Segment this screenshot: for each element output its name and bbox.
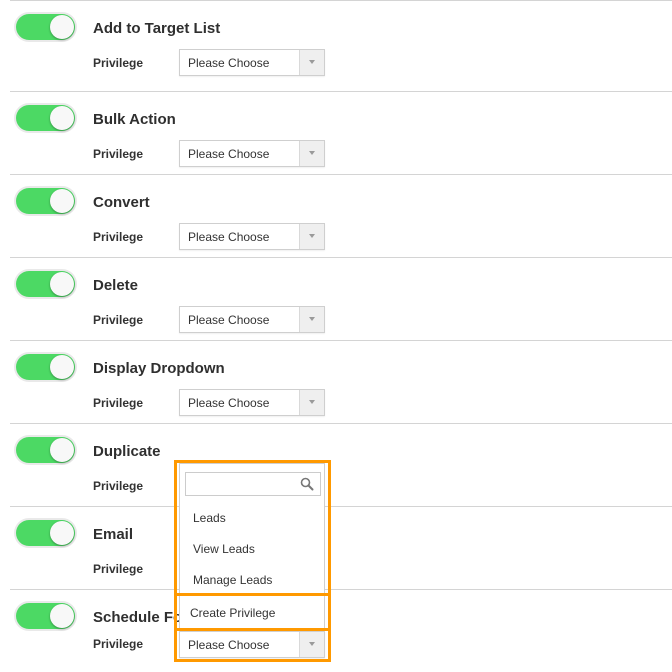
enable-toggle[interactable] — [16, 354, 75, 380]
privilege-select[interactable]: Please Choose — [179, 223, 325, 250]
select-value: Please Choose — [188, 396, 270, 410]
create-privilege-label: Create Privilege — [190, 606, 276, 620]
privilege-label: Privilege — [93, 56, 144, 70]
toggle-knob — [50, 106, 74, 130]
search-icon — [300, 477, 314, 491]
dropdown-option-leads[interactable]: Leads — [193, 511, 226, 525]
select-value: Please Choose — [188, 56, 270, 70]
toggle-knob — [50, 272, 74, 296]
action-title: Email — [93, 526, 134, 543]
select-arrow-button[interactable] — [299, 50, 324, 75]
row-divider — [10, 506, 672, 507]
toggle-knob — [50, 521, 74, 545]
enable-toggle[interactable] — [16, 14, 75, 40]
chevron-down-icon — [309, 642, 315, 646]
select-value: Please Choose — [188, 638, 270, 652]
select-arrow-button[interactable] — [299, 632, 324, 657]
row-divider — [10, 257, 672, 258]
privilege-label: Privilege — [93, 147, 144, 161]
chevron-down-icon — [309, 234, 315, 238]
action-title: Convert — [93, 194, 150, 211]
create-privilege-button[interactable]: Create Privilege — [180, 595, 324, 628]
row-divider — [10, 423, 672, 424]
action-row-display-dropdown: Display Dropdown Privilege Please Choose — [0, 340, 672, 423]
privilege-select[interactable]: Please Choose — [179, 49, 325, 76]
action-row-convert: Convert Privilege Please Choose — [0, 174, 672, 257]
privilege-label: Privilege — [93, 479, 144, 493]
privilege-dropdown-menu: Leads View Leads Manage Leads Create Pri… — [179, 463, 325, 629]
dropdown-search-field[interactable] — [185, 472, 321, 496]
action-row-duplicate: Duplicate Privilege — [0, 423, 672, 506]
enable-toggle[interactable] — [16, 271, 75, 297]
action-title: Delete — [93, 277, 139, 294]
enable-toggle[interactable] — [16, 188, 75, 214]
chevron-down-icon — [309, 60, 315, 64]
row-divider — [10, 340, 672, 341]
privilege-select[interactable]: Please Choose — [179, 389, 325, 416]
action-title: Display Dropdown — [93, 360, 225, 377]
action-title: Add to Target List — [93, 20, 221, 37]
privilege-label: Privilege — [93, 230, 144, 244]
privilege-label: Privilege — [93, 637, 144, 651]
select-arrow-button[interactable] — [299, 307, 324, 332]
select-arrow-button[interactable] — [299, 390, 324, 415]
toggle-knob — [50, 189, 74, 213]
action-title: Schedule Fo — [93, 609, 183, 626]
privilege-label: Privilege — [93, 313, 144, 327]
privilege-select[interactable]: Please Choose — [179, 306, 325, 333]
toggle-knob — [50, 15, 74, 39]
action-row-add-to-target-list: Add to Target List Privilege Please Choo… — [0, 0, 672, 83]
chevron-down-icon — [309, 317, 315, 321]
select-arrow-button[interactable] — [299, 224, 324, 249]
row-divider — [10, 0, 672, 1]
select-arrow-button[interactable] — [299, 141, 324, 166]
privilege-select[interactable]: Please Choose — [179, 140, 325, 167]
select-value: Please Choose — [188, 230, 270, 244]
select-value: Please Choose — [188, 147, 270, 161]
action-title: Duplicate — [93, 443, 161, 460]
row-divider — [10, 91, 672, 92]
action-row-email: Email Privilege — [0, 506, 672, 589]
enable-toggle[interactable] — [16, 437, 75, 463]
toggle-knob — [50, 355, 74, 379]
enable-toggle[interactable] — [16, 520, 75, 546]
toggle-knob — [50, 438, 74, 462]
dropdown-search-input[interactable] — [190, 474, 304, 496]
dropdown-option-manage-leads[interactable]: Manage Leads — [193, 573, 272, 587]
action-row-bulk-action: Bulk Action Privilege Please Choose — [0, 91, 672, 174]
row-divider — [10, 589, 672, 590]
action-title: Bulk Action — [93, 111, 176, 128]
toggle-knob — [50, 604, 74, 628]
select-value: Please Choose — [188, 313, 270, 327]
chevron-down-icon — [309, 400, 315, 404]
privilege-label: Privilege — [93, 562, 144, 576]
chevron-down-icon — [309, 151, 315, 155]
enable-toggle[interactable] — [16, 105, 75, 131]
row-divider — [10, 174, 672, 175]
dropdown-option-view-leads[interactable]: View Leads — [193, 542, 255, 556]
action-row-delete: Delete Privilege Please Choose — [0, 257, 672, 340]
privilege-select[interactable]: Please Choose — [179, 631, 325, 658]
action-row-schedule: Schedule Fo Privilege Please Choose — [0, 589, 672, 672]
enable-toggle[interactable] — [16, 603, 75, 629]
privilege-label: Privilege — [93, 396, 144, 410]
